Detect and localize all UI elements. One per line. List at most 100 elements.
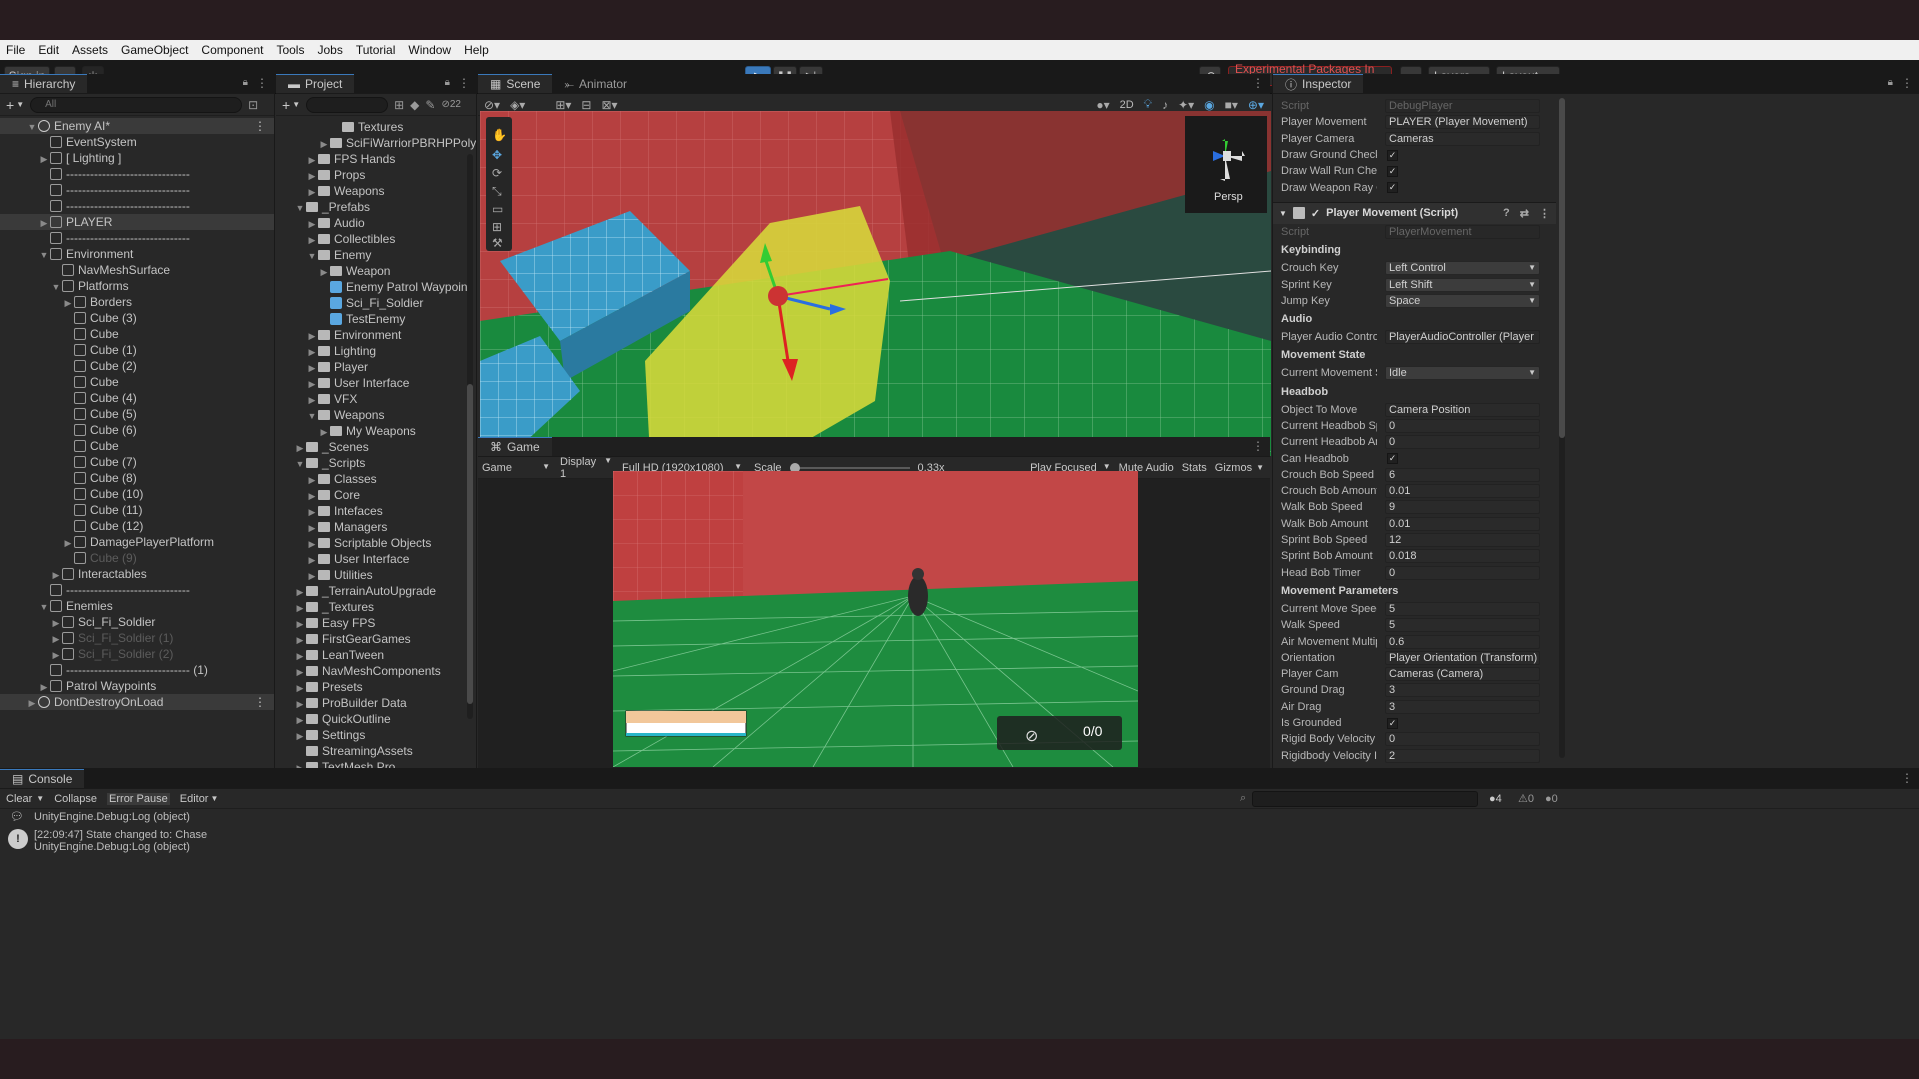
collapsed-arrow-icon[interactable]: ▶ [294, 600, 306, 616]
component-header[interactable]: ▼ ✓ Player Movement (Script)? ⇄ ⋮ [1273, 201, 1556, 224]
project-item[interactable]: ▶ VFX [276, 391, 476, 407]
menu-item-window[interactable]: Window [408, 43, 451, 57]
collapsed-arrow-icon[interactable]: ▶ [26, 695, 38, 711]
dropdown-field[interactable]: Idle [1385, 366, 1540, 381]
hierarchy-item[interactable]: EventSystem [0, 134, 274, 150]
hierarchy-item[interactable]: Cube (10) [0, 486, 274, 502]
collapsed-arrow-icon[interactable]: ▶ [306, 344, 318, 360]
hierarchy-item[interactable]: ▶ Patrol Waypoints [0, 678, 274, 694]
dropdown-field[interactable]: Space [1385, 293, 1540, 308]
kebab-menu-icon[interactable]: ⋮ [1901, 769, 1913, 788]
hierarchy-item[interactable]: ------------------------------- [0, 230, 274, 246]
collapsed-arrow-icon[interactable]: ▶ [318, 424, 330, 440]
hierarchy-item[interactable]: ▶ Sci_Fi_Soldier [0, 614, 274, 630]
collapsed-arrow-icon[interactable]: ▶ [294, 680, 306, 696]
lock-icon[interactable]: 🔒︎ [1888, 74, 1893, 93]
collapsed-arrow-icon[interactable]: ▶ [306, 472, 318, 488]
menu-item-edit[interactable]: Edit [38, 43, 59, 57]
value-field[interactable]: Cameras (Camera) [1385, 667, 1540, 682]
project-item[interactable]: ▶ Managers [276, 519, 476, 535]
collapsed-arrow-icon[interactable]: ▶ [306, 520, 318, 536]
clear-button[interactable]: Clear [6, 793, 32, 805]
hierarchy-item[interactable]: ▶ DontDestroyOnLoad ⋮ [0, 694, 274, 710]
filter-type-icon[interactable]: ⊞ [394, 98, 404, 112]
collapsed-arrow-icon[interactable]: ▶ [294, 664, 306, 680]
value-field[interactable]: 0.01 [1385, 516, 1540, 531]
project-item[interactable]: ▶ Weapon [276, 263, 476, 279]
project-item[interactable]: ▶ Easy FPS [276, 615, 476, 631]
collapsed-arrow-icon[interactable]: ▶ [294, 584, 306, 600]
error-count-toggle[interactable]: ●0 [1545, 793, 1558, 805]
hierarchy-item[interactable]: Cube (8) [0, 470, 274, 486]
checkbox[interactable]: ✓ [1387, 453, 1398, 465]
chevron-down-icon[interactable]: ▼ [292, 100, 300, 109]
project-item[interactable]: ▶ User Interface [276, 375, 476, 391]
collapsed-arrow-icon[interactable]: ▶ [306, 488, 318, 504]
project-item[interactable]: ▶ _Scenes [276, 439, 476, 455]
project-item[interactable]: ▶ SciFiWarriorPBRHPPolyart [276, 135, 476, 151]
tab-project[interactable]: ▬ Project [276, 74, 355, 93]
project-item[interactable]: ▶ Weapons [276, 183, 476, 199]
collapsed-arrow-icon[interactable]: ▶ [306, 152, 318, 168]
value-field[interactable]: 5 [1385, 618, 1540, 633]
hierarchy-item[interactable]: ▼ Enemies [0, 598, 274, 614]
project-item[interactable]: ▶ NavMeshComponents [276, 663, 476, 679]
hierarchy-item[interactable]: Cube (4) [0, 390, 274, 406]
project-item[interactable]: Enemy Patrol Waypoint [276, 279, 476, 295]
collapsed-arrow-icon[interactable]: ▶ [318, 136, 330, 152]
hierarchy-search-input[interactable] [30, 96, 243, 113]
value-field[interactable]: Player Orientation (Transform) [1385, 650, 1540, 665]
project-item[interactable]: Sci_Fi_Soldier [276, 295, 476, 311]
hierarchy-item[interactable]: Cube (6) [0, 422, 274, 438]
hierarchy-item[interactable]: Cube (11) [0, 502, 274, 518]
project-scrollbar[interactable] [467, 154, 473, 719]
scene-viewport[interactable]: ✋ ✥ ⟳ ⤡ ▭ ⊞ ⚒ Persp [480, 111, 1271, 456]
filter-label-icon[interactable]: ◆ [410, 98, 419, 112]
project-item[interactable]: Textures [276, 119, 476, 135]
value-field[interactable]: Cameras [1385, 131, 1540, 146]
project-item[interactable]: ▶ Utilities [276, 567, 476, 583]
expanded-arrow-icon[interactable]: ▼ [50, 279, 62, 295]
hierarchy-item[interactable]: ------------------------------- [0, 582, 274, 598]
shading-icon[interactable]: ●▾ [1096, 98, 1109, 112]
project-item[interactable]: ▶ FirstGearGames [276, 631, 476, 647]
collapsed-arrow-icon[interactable]: ▶ [294, 632, 306, 648]
menu-item-gameobject[interactable]: GameObject [121, 43, 188, 57]
kebab-menu-icon[interactable]: ⋮ [1539, 207, 1550, 220]
hierarchy-item[interactable]: ▶ [ Lighting ] [0, 150, 274, 166]
game-viewport[interactable]: ⊘ 0/0 [613, 471, 1138, 767]
menu-item-tutorial[interactable]: Tutorial [356, 43, 396, 57]
tab-game[interactable]: ⌘ Game [478, 437, 552, 456]
value-field[interactable]: 0.01 [1385, 484, 1540, 499]
value-field[interactable]: 0 [1385, 732, 1540, 747]
hierarchy-item[interactable]: ▶ PLAYER [0, 214, 274, 230]
hierarchy-item[interactable]: NavMeshSurface [0, 262, 274, 278]
expanded-arrow-icon[interactable]: ▼ [26, 119, 38, 135]
component-enabled-checkbox[interactable]: ✓ [1311, 207, 1320, 220]
search-options-icon[interactable]: ⊡ [248, 98, 258, 112]
value-field[interactable]: 12 [1385, 533, 1540, 548]
preset-icon[interactable]: ⇄ [1520, 207, 1529, 220]
project-item[interactable]: ▶ ProBuilder Data [276, 695, 476, 711]
collapsed-arrow-icon[interactable]: ▶ [294, 616, 306, 632]
collapsed-arrow-icon[interactable]: ▶ [62, 295, 74, 311]
kebab-menu-icon[interactable]: ⋮ [458, 74, 470, 93]
dropdown-field[interactable]: Left Control [1385, 261, 1540, 276]
dropdown-field[interactable]: Left Shift [1385, 277, 1540, 292]
persp-label[interactable]: Persp [1214, 191, 1243, 203]
collapsed-arrow-icon[interactable]: ▶ [306, 232, 318, 248]
visibility-icon[interactable]: ◉ [1204, 98, 1214, 112]
value-field[interactable]: 0.6 [1385, 634, 1540, 649]
inspector-scrollbar[interactable] [1559, 98, 1565, 758]
project-item[interactable]: ▶ Scriptable Objects [276, 535, 476, 551]
collapsed-arrow-icon[interactable]: ▶ [38, 151, 50, 167]
hidden-packages-icon[interactable]: ⊘22 [441, 99, 461, 110]
hierarchy-item[interactable]: Cube (3) [0, 310, 274, 326]
render-mode-icon[interactable]: ◈▾ [510, 98, 525, 112]
project-item[interactable]: ▶ Core [276, 487, 476, 503]
value-field[interactable]: 2 [1385, 748, 1540, 763]
tab-scene[interactable]: ▦ Scene [478, 74, 553, 93]
project-item[interactable]: ▼ _Scripts [276, 455, 476, 471]
tab-inspector[interactable]: ⓘ Inspector [1273, 74, 1364, 93]
hierarchy-item[interactable]: Cube (7) [0, 454, 274, 470]
